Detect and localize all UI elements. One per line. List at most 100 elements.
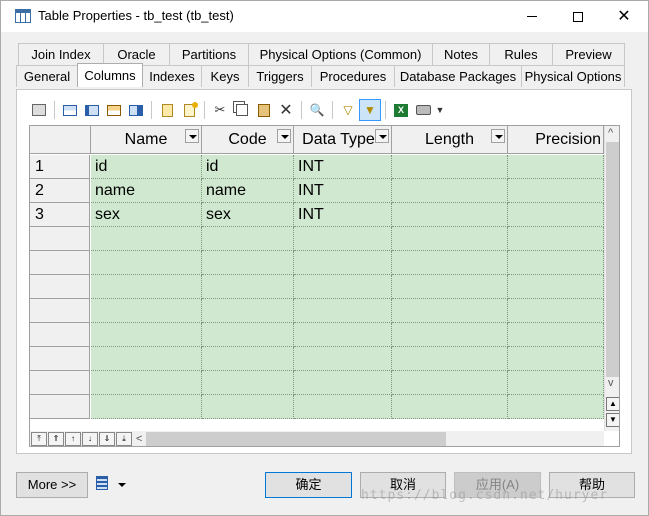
find-button[interactable]: 🔍	[306, 99, 328, 121]
filter-button[interactable]: ▽	[337, 99, 359, 121]
scroll-down-icon[interactable]: v	[608, 377, 614, 389]
chevron-down-icon[interactable]	[375, 129, 389, 143]
properties-button[interactable]	[28, 99, 50, 121]
move-last-icon[interactable]: ⤓	[116, 432, 132, 446]
grid-cell-code[interactable]	[202, 251, 294, 275]
row-header[interactable]	[30, 347, 90, 371]
chevron-down-icon[interactable]	[277, 129, 291, 143]
grid-cell-name[interactable]	[91, 275, 202, 299]
grid-cell-code[interactable]	[202, 227, 294, 251]
tab-general[interactable]: General	[16, 65, 78, 87]
grid-cell-precision[interactable]	[508, 203, 604, 227]
close-button[interactable]: ✕	[601, 1, 647, 32]
grid-cell-precision[interactable]	[508, 323, 604, 347]
grid-cell-length[interactable]	[392, 323, 508, 347]
new-document-button[interactable]	[156, 99, 178, 121]
chevron-down-icon[interactable]	[185, 129, 199, 143]
grid-cell-code[interactable]	[202, 371, 294, 395]
move-up-icon[interactable]: ↑	[65, 432, 81, 446]
grid-cell-precision[interactable]	[508, 371, 604, 395]
tab-keys[interactable]: Keys	[201, 65, 249, 87]
grid-cell-code[interactable]	[202, 395, 294, 419]
tab-notes[interactable]: Notes	[432, 43, 490, 65]
grid-cell-data-type[interactable]: INT	[294, 179, 392, 203]
grid-cell-name[interactable]	[91, 251, 202, 275]
add-column-button[interactable]	[125, 99, 147, 121]
grid-cell-data-type[interactable]: INT	[294, 155, 392, 179]
row-header[interactable]	[30, 371, 90, 395]
grid-cell-precision[interactable]	[508, 251, 604, 275]
horizontal-scroll-thumb[interactable]	[146, 432, 447, 446]
grid-cell-data-type[interactable]	[294, 251, 392, 275]
chevron-down-icon[interactable]	[118, 483, 126, 487]
row-header[interactable]	[30, 275, 90, 299]
grid-cell-data-type[interactable]: INT	[294, 203, 392, 227]
tab-join-index[interactable]: Join Index	[18, 43, 104, 65]
column-header-length[interactable]: Length	[392, 126, 508, 154]
grid-cell-length[interactable]	[392, 203, 508, 227]
column-header-precision[interactable]: Precision	[508, 126, 604, 154]
minimize-button[interactable]	[509, 1, 555, 32]
grid-cell-precision[interactable]	[508, 155, 604, 179]
row-header[interactable]	[30, 323, 90, 347]
tab-oracle[interactable]: Oracle	[103, 43, 170, 65]
grid-cell-code[interactable]	[202, 323, 294, 347]
grid-cell-length[interactable]	[392, 155, 508, 179]
maximize-button[interactable]	[555, 1, 601, 32]
grid-cell-name[interactable]	[91, 227, 202, 251]
grid-cell-name[interactable]: sex	[91, 203, 202, 227]
row-header[interactable]	[30, 251, 90, 275]
tab-rules[interactable]: Rules	[489, 43, 553, 65]
grid-cell-length[interactable]	[392, 371, 508, 395]
row-header[interactable]	[30, 299, 90, 323]
move-page-down-icon[interactable]: ⇓	[99, 432, 115, 446]
grid-cell-precision[interactable]	[508, 275, 604, 299]
grid-cell-precision[interactable]	[508, 395, 604, 419]
grid-cell-precision[interactable]	[508, 227, 604, 251]
tab-triggers[interactable]: Triggers	[248, 65, 312, 87]
grid-cell-length[interactable]	[392, 179, 508, 203]
grid-cell-data-type[interactable]	[294, 323, 392, 347]
grid-cell-name[interactable]: id	[91, 155, 202, 179]
scroll-left-icon[interactable]: <	[136, 433, 142, 445]
ok-button[interactable]: 确定	[265, 472, 352, 498]
grid-cell-code[interactable]: name	[202, 179, 294, 203]
move-page-up-icon[interactable]: ⇑	[48, 432, 64, 446]
copy-button[interactable]	[231, 99, 253, 121]
grid-cell-name[interactable]	[91, 299, 202, 323]
column-header-name[interactable]: Name	[91, 126, 202, 154]
tab-partitions[interactable]: Partitions	[169, 43, 249, 65]
more-button[interactable]: More >>	[16, 472, 88, 498]
add-attribute-button[interactable]	[103, 99, 125, 121]
move-down-icon[interactable]: ↓	[82, 432, 98, 446]
grid-cell-precision[interactable]	[508, 179, 604, 203]
grid-cell-length[interactable]	[392, 395, 508, 419]
grid-cell-data-type[interactable]	[294, 347, 392, 371]
print-button[interactable]	[412, 99, 434, 121]
column-header-data-type[interactable]: Data Type	[294, 126, 392, 154]
grid-cell-code[interactable]	[202, 347, 294, 371]
grid-cell-name[interactable]	[91, 323, 202, 347]
cut-button[interactable]: ✂	[209, 99, 231, 121]
grid-cell-data-type[interactable]	[294, 299, 392, 323]
insert-row-button[interactable]	[81, 99, 103, 121]
tab-procedures[interactable]: Procedures	[311, 65, 395, 87]
tab-columns[interactable]: Columns	[77, 63, 143, 87]
grid-cell-length[interactable]	[392, 299, 508, 323]
excel-export-button[interactable]: X	[390, 99, 412, 121]
row-header[interactable]	[30, 227, 90, 251]
grid-cell-length[interactable]	[392, 251, 508, 275]
scroll-up-icon[interactable]: ^	[608, 127, 613, 139]
add-row-button[interactable]	[59, 99, 81, 121]
tab-physical-options[interactable]: Physical Options	[521, 65, 625, 87]
move-first-icon[interactable]: ⤒	[31, 432, 47, 446]
vertical-scroll-thumb[interactable]	[606, 142, 619, 377]
grid-cell-data-type[interactable]	[294, 227, 392, 251]
grid-corner[interactable]	[30, 126, 91, 154]
customize-columns-button[interactable]: ▼	[359, 99, 381, 121]
grid-cell-code[interactable]	[202, 299, 294, 323]
vertical-scrollbar[interactable]: ^ v	[604, 126, 619, 431]
grid-cell-precision[interactable]	[508, 299, 604, 323]
grid-cell-name[interactable]	[91, 395, 202, 419]
columns-grid[interactable]: Name Code Data Type Length Precision 1 id…	[29, 125, 620, 447]
